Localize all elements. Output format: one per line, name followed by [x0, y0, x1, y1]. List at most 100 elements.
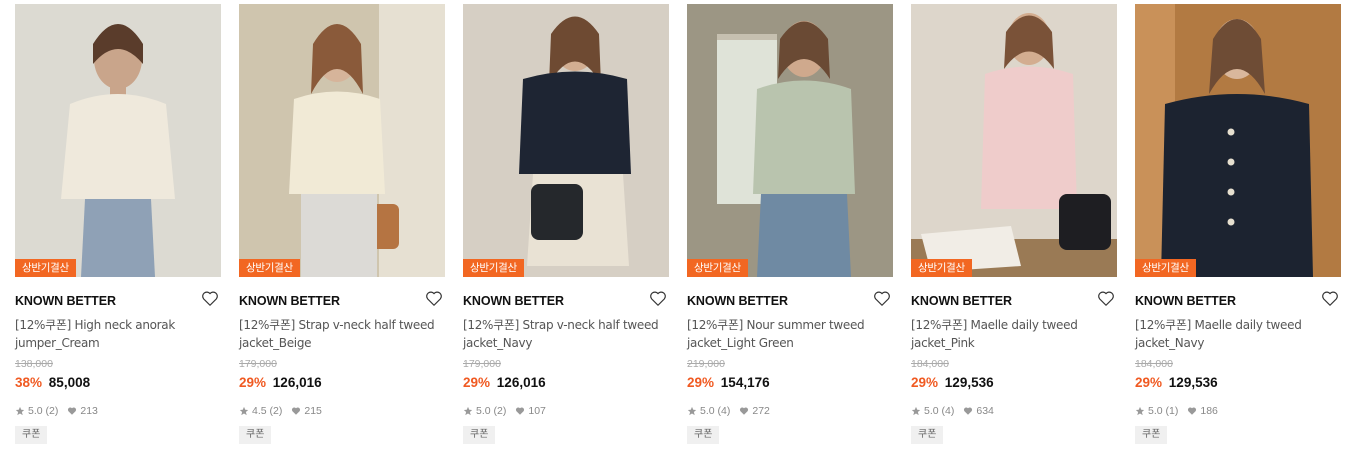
rating-value: 5.0	[924, 405, 939, 417]
sale-price: 154,176	[720, 375, 770, 390]
likes-heart-icon	[964, 407, 973, 415]
product-name[interactable]: [12%쿠폰] High neck anorak jumper_Cream	[15, 316, 221, 352]
likes-heart-icon	[68, 407, 77, 415]
rating-value: 5.0	[28, 405, 43, 417]
brand-name[interactable]: KNOWN BETTER	[1135, 294, 1236, 308]
promo-badge: 상반기결산	[239, 259, 300, 277]
promo-badge: 상반기결산	[463, 259, 524, 277]
wishlist-heart-icon[interactable]	[1097, 290, 1115, 307]
promo-badge: 상반기결산	[911, 259, 972, 277]
price-row: 38% 85,008	[15, 375, 221, 393]
likes-count: 186	[1200, 405, 1218, 417]
review-count: (4)	[941, 405, 955, 417]
original-price: 179,000	[239, 358, 277, 370]
star-icon	[1135, 406, 1145, 416]
product-card[interactable]: 상반기결산 KNOWN BETTER [12%쿠폰] Strap v-neck …	[463, 4, 669, 444]
review-count: (1)	[1165, 405, 1179, 417]
product-card[interactable]: 상반기결산 KNOWN BETTER [12%쿠폰] Maelle daily …	[911, 4, 1117, 444]
product-image[interactable]: 상반기결산	[1135, 4, 1341, 277]
sale-price: 85,008	[48, 375, 91, 390]
wishlist-heart-icon[interactable]	[649, 290, 667, 307]
wishlist-heart-icon[interactable]	[1321, 290, 1339, 307]
product-image[interactable]: 상반기결산	[911, 4, 1117, 277]
sale-price: 129,536	[944, 375, 994, 390]
product-image[interactable]: 상반기결산	[239, 4, 445, 277]
sale-price: 129,536	[1168, 375, 1218, 390]
wishlist-heart-icon[interactable]	[201, 290, 219, 307]
review-count: (4)	[717, 405, 731, 417]
rating-value: 4.5	[252, 405, 267, 417]
likes-count: 213	[80, 405, 98, 417]
coupon-tag: 쿠폰	[911, 426, 944, 444]
original-price: 138,000	[15, 358, 53, 370]
original-price: 184,000	[1135, 358, 1173, 370]
promo-badge: 상반기결산	[1135, 259, 1196, 277]
product-card[interactable]: 상반기결산 KNOWN BETTER [12%쿠폰] Nour summer t…	[687, 4, 893, 444]
star-icon	[463, 406, 473, 416]
product-image[interactable]: 상반기결산	[15, 4, 221, 277]
product-image[interactable]: 상반기결산	[687, 4, 893, 277]
original-price: 179,000	[463, 358, 501, 370]
original-price: 184,000	[911, 358, 949, 370]
review-count: (2)	[45, 405, 59, 417]
promo-badge: 상반기결산	[15, 259, 76, 277]
star-icon	[239, 406, 249, 416]
likes-heart-icon	[740, 407, 749, 415]
discount-rate: 29%	[1135, 375, 1163, 390]
product-name[interactable]: [12%쿠폰] Nour summer tweed jacket_Light G…	[687, 316, 893, 352]
product-image[interactable]: 상반기결산	[463, 4, 669, 277]
product-card[interactable]: 상반기결산 KNOWN BETTER [12%쿠폰] Strap v-neck …	[239, 4, 445, 444]
sale-price: 126,016	[496, 375, 546, 390]
price-row: 29% 126,016	[239, 375, 445, 393]
original-price: 219,000	[687, 358, 725, 370]
star-icon	[15, 406, 25, 416]
product-meta: 4.5 (2) 215	[239, 403, 445, 419]
price-row: 29% 126,016	[463, 375, 669, 393]
coupon-tag: 쿠폰	[239, 426, 272, 444]
coupon-tag: 쿠폰	[15, 426, 48, 444]
brand-name[interactable]: KNOWN BETTER	[687, 294, 788, 308]
brand-name[interactable]: KNOWN BETTER	[911, 294, 1012, 308]
discount-rate: 29%	[911, 375, 939, 390]
product-meta: 5.0 (2) 107	[463, 403, 669, 419]
product-name[interactable]: [12%쿠폰] Strap v-neck half tweed jacket_N…	[463, 316, 669, 352]
likes-count: 634	[976, 405, 994, 417]
brand-name[interactable]: KNOWN BETTER	[239, 294, 340, 308]
product-meta: 5.0 (4) 634	[911, 403, 1117, 419]
rating-value: 5.0	[476, 405, 491, 417]
rating-value: 5.0	[1148, 405, 1163, 417]
coupon-tag: 쿠폰	[687, 426, 720, 444]
product-meta: 5.0 (1) 186	[1135, 403, 1341, 419]
discount-rate: 29%	[463, 375, 491, 390]
price-row: 29% 154,176	[687, 375, 893, 393]
product-card[interactable]: 상반기결산 KNOWN BETTER [12%쿠폰] High neck ano…	[15, 4, 221, 444]
likes-heart-icon	[1188, 407, 1197, 415]
product-meta: 5.0 (2) 213	[15, 403, 221, 419]
discount-rate: 29%	[239, 375, 267, 390]
product-grid: 상반기결산 KNOWN BETTER [12%쿠폰] High neck ano…	[0, 0, 1349, 462]
wishlist-heart-icon[interactable]	[873, 290, 891, 307]
coupon-tag: 쿠폰	[1135, 426, 1168, 444]
rating-value: 5.0	[700, 405, 715, 417]
product-meta: 5.0 (4) 272	[687, 403, 893, 419]
brand-name[interactable]: KNOWN BETTER	[15, 294, 116, 308]
brand-name[interactable]: KNOWN BETTER	[463, 294, 564, 308]
review-count: (2)	[269, 405, 283, 417]
discount-rate: 29%	[687, 375, 715, 390]
likes-count: 215	[304, 405, 322, 417]
product-card[interactable]: 상반기결산 KNOWN BETTER [12%쿠폰] Maelle daily …	[1135, 4, 1341, 444]
likes-count: 272	[752, 405, 770, 417]
star-icon	[911, 406, 921, 416]
likes-heart-icon	[292, 407, 301, 415]
likes-heart-icon	[516, 407, 525, 415]
price-row: 29% 129,536	[1135, 375, 1341, 393]
star-icon	[687, 406, 697, 416]
product-name[interactable]: [12%쿠폰] Maelle daily tweed jacket_Navy	[1135, 316, 1341, 352]
likes-count: 107	[528, 405, 546, 417]
promo-badge: 상반기결산	[687, 259, 748, 277]
product-name[interactable]: [12%쿠폰] Strap v-neck half tweed jacket_B…	[239, 316, 445, 352]
price-row: 29% 129,536	[911, 375, 1117, 393]
coupon-tag: 쿠폰	[463, 426, 496, 444]
wishlist-heart-icon[interactable]	[425, 290, 443, 307]
product-name[interactable]: [12%쿠폰] Maelle daily tweed jacket_Pink	[911, 316, 1117, 352]
